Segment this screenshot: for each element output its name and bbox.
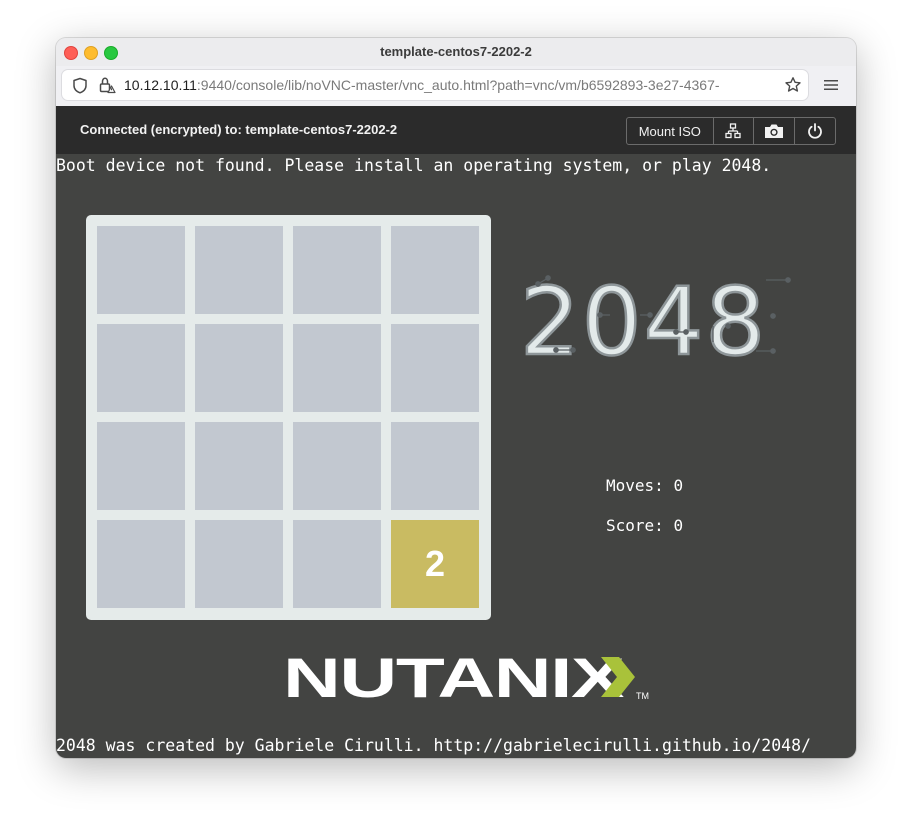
bookmark-star-icon[interactable] — [784, 76, 802, 94]
trademark-mark: TM — [636, 691, 649, 701]
game-board[interactable]: 2 — [86, 215, 491, 620]
empty-cell — [293, 226, 381, 314]
empty-cell — [97, 520, 185, 608]
score-counter: Score: 0 — [606, 516, 683, 535]
empty-cell — [97, 422, 185, 510]
tile: 2 — [391, 520, 479, 608]
vnc-status-bar: Connected (encrypted) to: template-cento… — [56, 106, 856, 154]
empty-cell — [195, 520, 283, 608]
empty-cell — [195, 324, 283, 412]
moves-value: 0 — [673, 476, 684, 495]
network-button[interactable] — [712, 118, 754, 144]
empty-cell — [391, 324, 479, 412]
moves-counter: Moves: 0 — [606, 476, 683, 495]
moves-label: Moves: — [606, 476, 664, 495]
empty-cell — [97, 324, 185, 412]
shield-icon[interactable] — [72, 77, 88, 94]
address-bar[interactable]: 10.12.10.11:9440/console/lib/noVNC-maste… — [62, 70, 808, 100]
maximize-window-button[interactable] — [104, 46, 118, 60]
empty-cell — [293, 324, 381, 412]
hamburger-menu-icon[interactable] — [824, 79, 838, 91]
mount-iso-button[interactable]: Mount ISO — [627, 118, 713, 144]
empty-cell — [391, 226, 479, 314]
empty-cell — [97, 226, 185, 314]
camera-icon — [765, 124, 784, 138]
credit-message: 2048 was created by Gabriele Cirulli. ht… — [56, 736, 811, 755]
empty-cell — [195, 422, 283, 510]
window-title: template-centos7-2202-2 — [380, 44, 532, 59]
power-icon — [808, 123, 822, 139]
browser-toolbar: 10.12.10.11:9440/console/lib/noVNC-maste… — [56, 66, 856, 106]
brand-name: NUTANIX — [283, 650, 624, 706]
close-window-button[interactable] — [64, 46, 78, 60]
power-button[interactable] — [794, 118, 835, 144]
score-value: 0 — [673, 516, 684, 535]
empty-cell — [391, 422, 479, 510]
empty-cell — [195, 226, 283, 314]
screenshot-button[interactable] — [753, 118, 794, 144]
connection-status: Connected (encrypted) to: template-cento… — [80, 122, 398, 137]
minimize-window-button[interactable] — [84, 46, 98, 60]
browser-window: template-centos7-2202-2 10.12.10.11:9440… — [56, 38, 856, 758]
title-bar: template-centos7-2202-2 — [56, 38, 856, 66]
url-text[interactable]: 10.12.10.11:9440/console/lib/noVNC-maste… — [124, 70, 784, 100]
boot-message: Boot device not found. Please install an… — [56, 156, 772, 175]
insecure-lock-icon[interactable] — [98, 76, 116, 94]
network-icon — [725, 123, 742, 139]
nutanix-logo: NUTANIX TM — [283, 650, 649, 706]
empty-cell — [293, 520, 381, 608]
vnc-toolbar: Mount ISO — [626, 117, 836, 145]
score-label: Score: — [606, 516, 664, 535]
game-logo-2048: 2048 — [519, 267, 791, 366]
empty-cell — [293, 422, 381, 510]
vnc-console[interactable]: Connected (encrypted) to: template-cento… — [56, 106, 856, 758]
